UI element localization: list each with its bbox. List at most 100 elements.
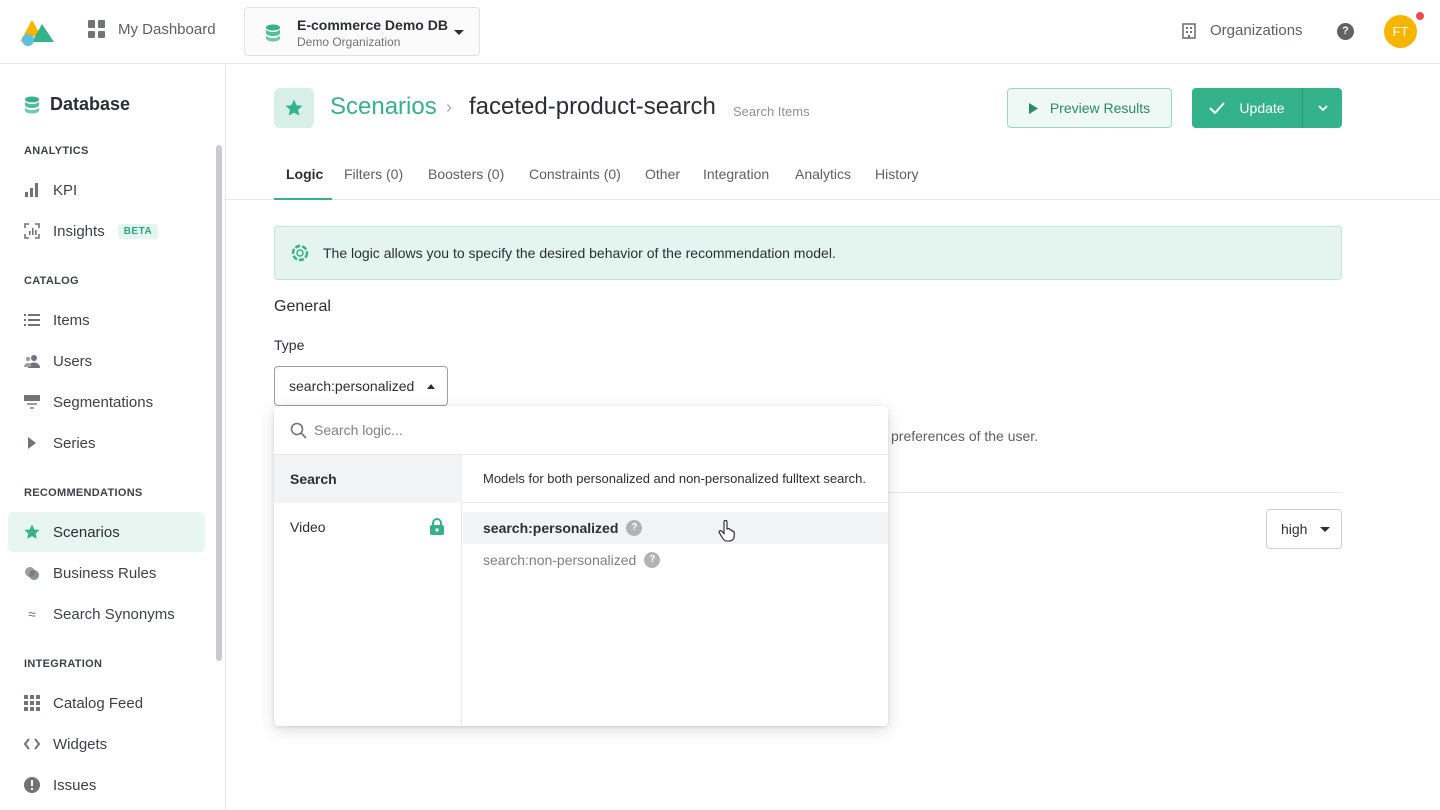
section-integration: INTEGRATION — [24, 658, 103, 670]
sidebar-item-label: Insights — [53, 222, 105, 240]
scenario-star-icon — [274, 88, 314, 128]
my-dashboard-link[interactable]: My Dashboard — [88, 20, 216, 38]
check-icon — [1209, 102, 1226, 114]
help-icon[interactable]: ? — [1337, 23, 1354, 40]
logic-dropdown-panel: Search Video Models for both personalize… — [274, 406, 888, 726]
help-icon[interactable]: ? — [626, 520, 643, 536]
option-search-non-personalized[interactable]: search:non-personalized ? — [463, 544, 888, 576]
priority-select[interactable]: high — [1266, 509, 1342, 549]
info-banner: The logic allows you to specify the desi… — [274, 226, 1342, 280]
sidebar-item-segmentations[interactable]: Segmentations — [8, 382, 205, 422]
preview-results-label: Preview Results — [1049, 100, 1151, 116]
sidebar-item-business-rules[interactable]: Business Rules — [8, 553, 205, 593]
update-button-group: Update — [1192, 88, 1342, 128]
tab-other[interactable]: Other — [645, 166, 680, 182]
organizations-link[interactable]: Organizations — [1182, 22, 1303, 39]
type-select[interactable]: search:personalized — [274, 366, 448, 406]
alert-icon — [24, 777, 40, 793]
update-dropdown-button[interactable] — [1303, 88, 1342, 128]
play-icon — [24, 435, 40, 451]
database-icon — [25, 96, 39, 113]
category-video[interactable]: Video — [274, 503, 462, 551]
lock-icon — [430, 518, 444, 535]
tab-bar: Logic Filters (0) Boosters (0) Constrain… — [226, 152, 1440, 200]
chevron-down-icon — [1320, 527, 1330, 532]
tab-logic[interactable]: Logic — [286, 166, 323, 182]
preview-results-button[interactable]: Preview Results — [1007, 88, 1172, 128]
list-icon — [24, 312, 40, 328]
tab-integration[interactable]: Integration — [703, 166, 769, 182]
sidebar-scrollbar[interactable] — [216, 145, 222, 661]
database-icon — [266, 24, 280, 42]
tab-history[interactable]: History — [875, 166, 919, 182]
update-label: Update — [1239, 100, 1285, 116]
sidebar-item-kpi[interactable]: KPI — [8, 170, 205, 210]
sidebar-item-label: Items — [53, 311, 90, 329]
option-search-personalized[interactable]: search:personalized ? — [463, 512, 888, 544]
bar-chart-icon — [24, 182, 40, 198]
sidebar-item-label: Series — [53, 434, 96, 452]
sidebar-item-insights[interactable]: Insights BETA — [8, 211, 205, 251]
chevron-down-icon — [1317, 105, 1328, 111]
sidebar: Database ANALYTICS KPI Insights BETA CAT… — [0, 65, 226, 810]
sidebar-item-label: Widgets — [53, 735, 108, 753]
sidebar-item-catalog-feed[interactable]: Catalog Feed — [8, 683, 205, 723]
insights-icon — [24, 223, 40, 239]
sidebar-item-series[interactable]: Series — [8, 423, 205, 463]
help-icon[interactable]: ? — [644, 552, 661, 568]
chevron-down-icon — [454, 30, 464, 35]
breadcrumb-scenarios[interactable]: Scenarios — [330, 93, 437, 121]
sidebar-item-label: Issues — [53, 776, 97, 794]
code-icon — [24, 736, 40, 752]
section-analytics: ANALYTICS — [24, 145, 89, 157]
sidebar-item-search-synonyms[interactable]: ≈ Search Synonyms — [8, 594, 205, 634]
type-select-value: search:personalized — [289, 378, 415, 394]
tab-boosters[interactable]: Boosters (0) — [428, 166, 504, 182]
segmentation-icon — [24, 394, 40, 410]
recombee-logo[interactable] — [18, 16, 56, 46]
update-button[interactable]: Update — [1192, 88, 1302, 128]
section-divider — [884, 492, 1342, 493]
tab-filters[interactable]: Filters (0) — [344, 166, 403, 182]
sidebar-item-scenarios[interactable]: Scenarios — [8, 512, 205, 552]
organization-name: Demo Organization — [297, 35, 401, 49]
dashboard-grid-icon — [88, 20, 106, 38]
building-icon — [1182, 22, 1196, 39]
sidebar-item-users[interactable]: Users — [8, 341, 205, 381]
chevron-up-icon — [427, 384, 435, 389]
approx-equal-icon: ≈ — [28, 606, 36, 622]
sidebar-item-issues[interactable]: Issues — [8, 765, 205, 805]
page-subtitle: Search Items — [733, 104, 810, 119]
info-banner-text: The logic allows you to specify the desi… — [323, 245, 836, 261]
type-label: Type — [274, 337, 305, 353]
tab-analytics[interactable]: Analytics — [795, 166, 851, 182]
sidebar-item-label: KPI — [53, 181, 78, 199]
play-icon — [1028, 102, 1038, 114]
sidebar-item-widgets[interactable]: Widgets — [8, 724, 205, 764]
logic-search-input[interactable] — [314, 418, 854, 442]
sidebar-title: Database — [24, 94, 130, 115]
sidebar-item-label: Users — [53, 352, 93, 370]
sidebar-item-label: Search Synonyms — [53, 605, 175, 623]
option-label: search:personalized — [483, 520, 619, 536]
page-title: faceted-product-search — [469, 93, 716, 120]
sidebar-item-label: Segmentations — [53, 393, 154, 411]
category-search[interactable]: Search — [274, 455, 462, 503]
option-label: search:non-personalized — [483, 552, 637, 568]
lifebuoy-icon — [291, 244, 309, 262]
beta-badge: BETA — [117, 223, 159, 239]
tab-constraints[interactable]: Constraints (0) — [529, 166, 621, 182]
database-switcher[interactable]: E-commerce Demo DB Demo Organization — [244, 7, 480, 56]
breadcrumb-chevron-icon: › — [446, 97, 452, 117]
logic-description-text: l preferences of the user. — [884, 428, 1039, 444]
users-icon — [24, 353, 40, 369]
priority-select-value: high — [1281, 521, 1308, 537]
category-label: Video — [290, 519, 326, 535]
general-heading: General — [274, 298, 331, 315]
user-avatar[interactable]: FT — [1384, 15, 1417, 48]
sidebar-item-label: Scenarios — [53, 523, 120, 541]
logic-category-list: Search Video — [274, 455, 462, 726]
logic-search-bar — [274, 406, 888, 455]
sidebar-item-items[interactable]: Items — [8, 300, 205, 340]
active-tab-indicator — [274, 198, 332, 200]
